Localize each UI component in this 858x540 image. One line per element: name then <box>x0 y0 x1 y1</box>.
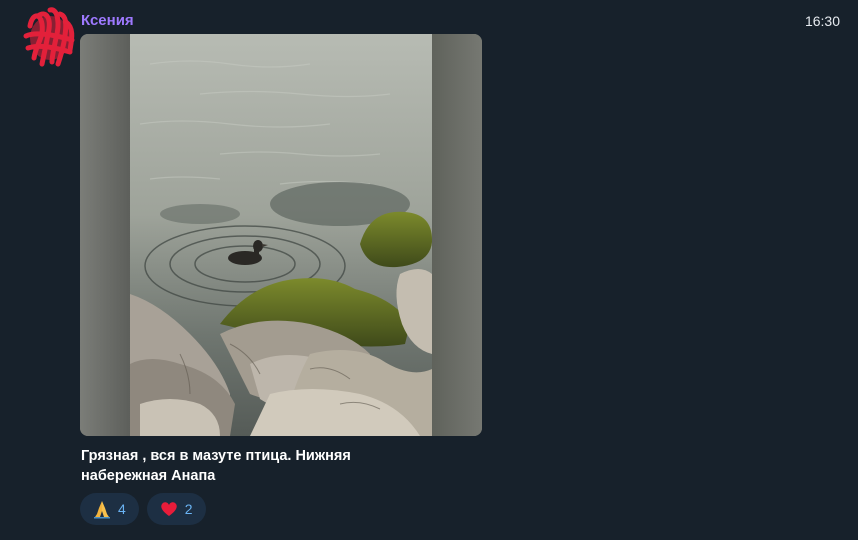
reactions-bar: 4 2 <box>80 493 206 525</box>
avatar[interactable] <box>22 4 76 68</box>
reaction-count: 2 <box>184 501 193 517</box>
reaction-heart[interactable]: 2 <box>146 493 206 525</box>
message-author[interactable]: Ксения <box>81 12 134 29</box>
heart-icon <box>159 499 179 519</box>
reaction-pray[interactable]: 4 <box>80 493 139 525</box>
praying-hands-icon <box>92 499 112 519</box>
message-photo[interactable] <box>80 34 482 436</box>
message-time: 16:30 <box>804 13 840 29</box>
message-caption: Грязная , вся в мазуте птица. Нижняя наб… <box>81 446 411 486</box>
caption-line-2: набережная Анапа <box>81 468 216 484</box>
caption-line-1: Грязная , вся в мазуте птица. Нижняя <box>81 448 351 464</box>
reaction-count: 4 <box>118 501 126 517</box>
